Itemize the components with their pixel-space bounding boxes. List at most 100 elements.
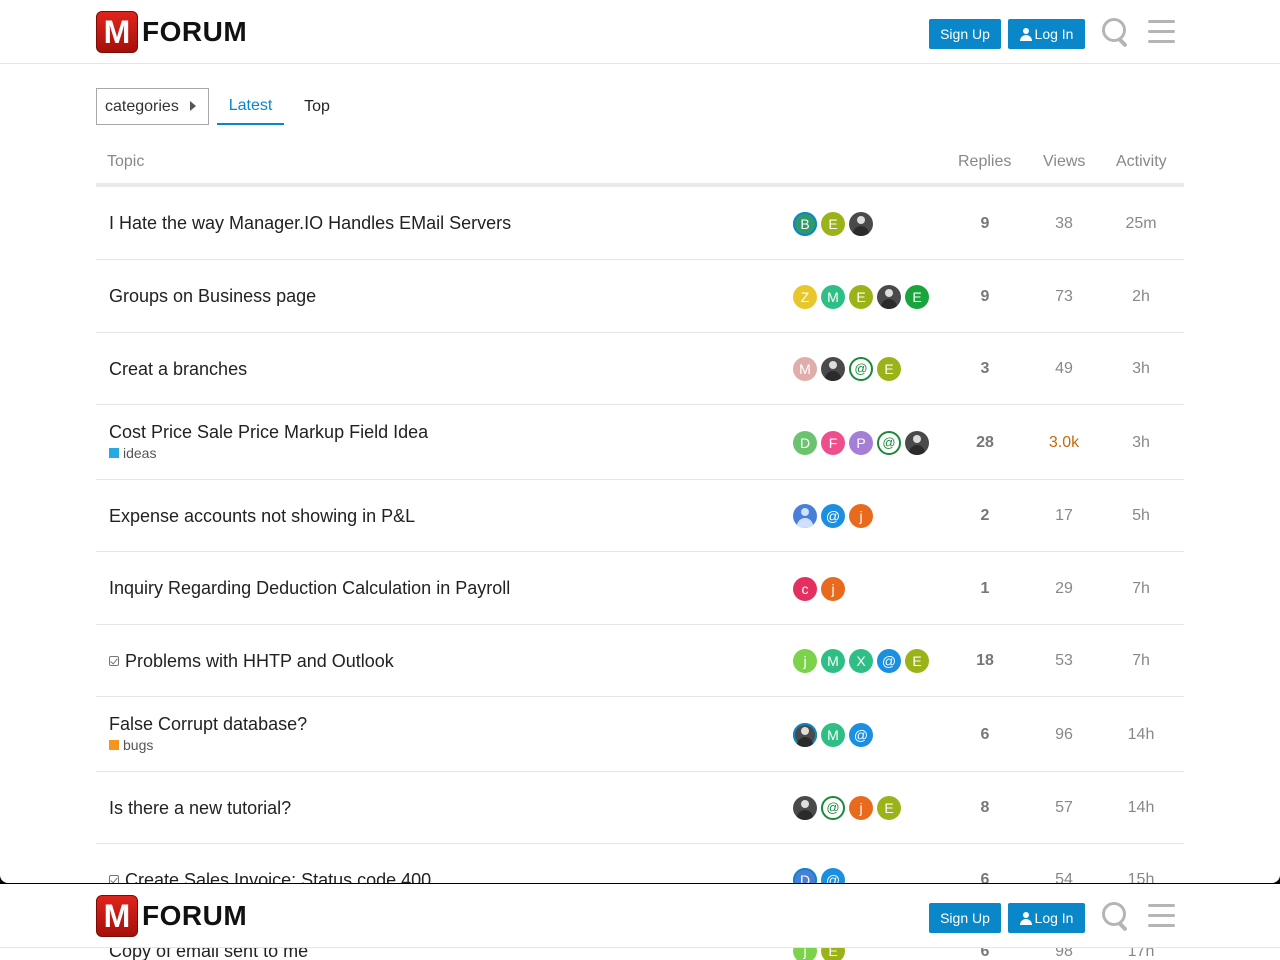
avatar[interactable]	[877, 285, 901, 309]
activity-time[interactable]: 15h	[1110, 871, 1172, 883]
avatar[interactable]: @	[821, 868, 845, 883]
avatar[interactable]	[793, 504, 817, 528]
view-count: 57	[1055, 799, 1073, 816]
avatar[interactable]: X	[849, 649, 873, 673]
avatar[interactable]: M	[821, 723, 845, 747]
topic-title[interactable]: Inquiry Regarding Deduction Calculation …	[109, 578, 510, 599]
topic-title[interactable]: I Hate the way Manager.IO Handles EMail …	[109, 213, 511, 234]
avatar[interactable]: P	[849, 431, 873, 455]
avatar[interactable]: E	[849, 285, 873, 309]
avatar[interactable]: @	[821, 504, 845, 528]
reply-count[interactable]: 18	[956, 652, 1014, 670]
reply-count[interactable]: 3	[956, 360, 1014, 378]
avatar[interactable]: B	[793, 212, 817, 236]
topic-title[interactable]: Cost Price Sale Price Markup Field Idea	[109, 422, 428, 443]
avatar[interactable]: @	[821, 796, 845, 820]
hamburger-menu-icon[interactable]	[1148, 904, 1175, 928]
search-icon[interactable]	[1101, 17, 1131, 48]
topic-row[interactable]: Expense accounts not showing in P&L @ j 2 17…	[96, 480, 1184, 552]
avatar[interactable]: @	[849, 723, 873, 747]
reply-count[interactable]: 9	[956, 215, 1014, 233]
avatar[interactable]: M	[821, 285, 845, 309]
reply-count[interactable]: 28	[956, 434, 1014, 452]
topic-title[interactable]: Is there a new tutorial?	[109, 798, 291, 819]
avatar[interactable]: E	[905, 285, 929, 309]
topic-row[interactable]: Cost Price Sale Price Markup Field Idea i…	[96, 405, 1184, 480]
topic-row[interactable]: Is there a new tutorial? @ j E 8 57 14h	[96, 772, 1184, 844]
activity-time[interactable]: 7h	[1110, 652, 1172, 670]
sign-up-button[interactable]: Sign Up	[929, 19, 1001, 49]
avatar[interactable]: j	[849, 504, 873, 528]
log-in-button[interactable]: Log In	[1008, 19, 1085, 49]
topic-title[interactable]: False Corrupt database?	[109, 714, 307, 735]
topic-row[interactable]: Problems with HHTP and Outlook j M X @ E 18 53 7…	[96, 625, 1184, 697]
avatar[interactable]	[905, 431, 929, 455]
avatar[interactable]: F	[821, 431, 845, 455]
topic-title[interactable]: Problems with HHTP and Outlook	[109, 651, 394, 672]
activity-time[interactable]: 3h	[1110, 360, 1172, 378]
activity-time[interactable]: 14h	[1110, 726, 1172, 744]
topic-title[interactable]: Expense accounts not showing in P&L	[109, 506, 415, 527]
activity-time[interactable]: 3h	[1110, 434, 1172, 452]
avatar[interactable]: c	[793, 577, 817, 601]
avatar[interactable]	[793, 723, 817, 747]
avatar[interactable]: M	[793, 357, 817, 381]
hamburger-menu-icon[interactable]	[1148, 20, 1175, 44]
avatar[interactable]: E	[905, 649, 929, 673]
search-icon[interactable]	[1101, 901, 1131, 932]
avatar[interactable]: E	[877, 357, 901, 381]
reply-count[interactable]: 1	[956, 580, 1014, 598]
topic-title[interactable]: Creat a branches	[109, 359, 247, 380]
reply-count[interactable]: 6	[956, 726, 1014, 744]
avatar[interactable]: E	[821, 212, 845, 236]
view-count: 49	[1055, 360, 1073, 377]
activity-time[interactable]: 25m	[1110, 215, 1172, 233]
avatar[interactable]: @	[877, 431, 901, 455]
avatar[interactable]: M	[821, 649, 845, 673]
avatar[interactable]: D	[793, 868, 817, 883]
topic-row[interactable]: Groups on Business page Z M E E 9 73 2h	[96, 260, 1184, 333]
activity-time[interactable]: 5h	[1110, 507, 1172, 525]
tab-latest[interactable]: Latest	[217, 88, 284, 125]
reply-count[interactable]: 6	[956, 871, 1014, 883]
avatar[interactable]: E	[877, 796, 901, 820]
column-activity[interactable]: Activity	[1116, 153, 1167, 171]
log-in-button-2[interactable]: Log In	[1008, 903, 1085, 933]
topic-row[interactable]: Create Sales Invoice: Status code 400 D @6…	[96, 844, 1184, 883]
activity-time[interactable]: 14h	[1110, 799, 1172, 817]
avatar[interactable]	[793, 796, 817, 820]
topic-row[interactable]: Inquiry Regarding Deduction Calculation …	[96, 552, 1184, 625]
activity-time[interactable]: 2h	[1110, 288, 1172, 306]
site-header-2: M FORUM Sign Up Log In	[0, 884, 1280, 948]
topic-title[interactable]: Groups on Business page	[109, 286, 316, 307]
topic-row[interactable]: False Corrupt database? bugs M @6 96 14h	[96, 697, 1184, 772]
reply-count[interactable]: 2	[956, 507, 1014, 525]
topic-row[interactable]: Creat a branches M @ E 3 49 3h	[96, 333, 1184, 405]
topic-title[interactable]: Create Sales Invoice: Status code 400	[109, 870, 431, 883]
avatar[interactable]: D	[793, 431, 817, 455]
tab-top[interactable]: Top	[292, 88, 342, 125]
site-logo-2[interactable]: M FORUM	[96, 895, 247, 937]
avatar[interactable]: j	[821, 577, 845, 601]
activity-time[interactable]: 7h	[1110, 580, 1172, 598]
avatar[interactable]: @	[877, 649, 901, 673]
column-topic[interactable]: Topic	[107, 153, 144, 171]
categories-dropdown[interactable]: categories	[96, 88, 209, 125]
topic-list: I Hate the way Manager.IO Handles EMail …	[96, 187, 1184, 883]
topic-title-text: Is there a new tutorial?	[109, 798, 292, 818]
sign-up-button-2[interactable]: Sign Up	[929, 903, 1001, 933]
reply-count[interactable]: 9	[956, 288, 1014, 306]
avatar[interactable]: j	[793, 649, 817, 673]
avatar[interactable]	[821, 357, 845, 381]
category-badge[interactable]: bugs	[109, 737, 153, 753]
category-badge[interactable]: ideas	[109, 445, 156, 461]
reply-count[interactable]: 8	[956, 799, 1014, 817]
avatar[interactable]: Z	[793, 285, 817, 309]
column-replies[interactable]: Replies	[958, 153, 1011, 171]
avatar[interactable]: j	[849, 796, 873, 820]
avatar[interactable]	[849, 212, 873, 236]
topic-row[interactable]: I Hate the way Manager.IO Handles EMail …	[96, 187, 1184, 260]
avatar[interactable]: @	[849, 357, 873, 381]
column-views[interactable]: Views	[1043, 153, 1085, 171]
site-logo[interactable]: M FORUM	[96, 11, 247, 53]
